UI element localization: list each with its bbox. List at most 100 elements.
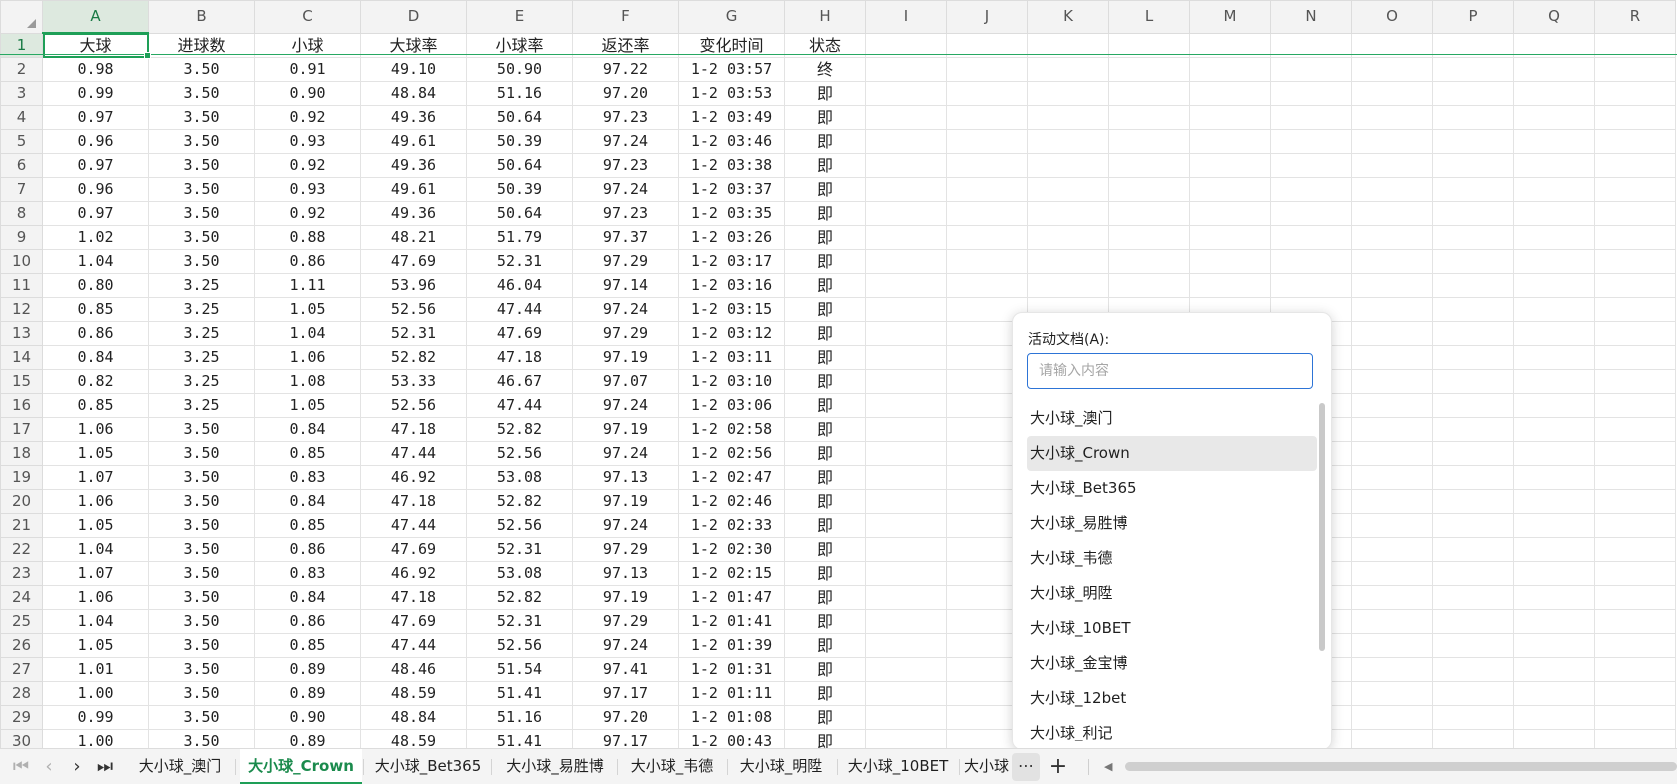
empty-cell[interactable]: [1108, 81, 1190, 106]
data-cell[interactable]: 51.79: [466, 225, 573, 250]
data-cell[interactable]: 即: [784, 105, 866, 130]
data-cell[interactable]: 97.29: [572, 321, 679, 346]
data-cell[interactable]: 47.18: [360, 417, 467, 442]
data-cell[interactable]: 47.44: [360, 633, 467, 658]
data-cell[interactable]: 49.36: [360, 201, 467, 226]
data-cell[interactable]: 3.25: [148, 369, 255, 394]
empty-cell[interactable]: [865, 489, 947, 514]
data-cell[interactable]: 52.56: [466, 441, 573, 466]
data-cell[interactable]: 50.39: [466, 177, 573, 202]
data-cell[interactable]: 0.96: [42, 177, 149, 202]
data-cell[interactable]: 0.98: [42, 57, 149, 82]
data-cell[interactable]: 即: [784, 609, 866, 634]
data-cell[interactable]: 52.31: [466, 249, 573, 274]
empty-cell[interactable]: [1270, 225, 1352, 250]
empty-cell[interactable]: [865, 225, 947, 250]
empty-cell[interactable]: [1189, 177, 1271, 202]
empty-cell[interactable]: [1513, 585, 1595, 610]
empty-cell[interactable]: [1189, 225, 1271, 250]
empty-cell[interactable]: [1351, 729, 1433, 748]
data-cell[interactable]: 即: [784, 441, 866, 466]
empty-cell[interactable]: [865, 441, 947, 466]
row-header[interactable]: 25: [0, 609, 43, 634]
empty-cell[interactable]: [1189, 201, 1271, 226]
horizontal-scrollbar[interactable]: [1125, 762, 1677, 771]
data-cell[interactable]: 1.05: [254, 297, 361, 322]
empty-cell[interactable]: [1432, 393, 1514, 418]
sheet-tab[interactable]: 大小球: [960, 749, 1010, 784]
empty-cell[interactable]: [1027, 177, 1109, 202]
data-cell[interactable]: 97.37: [572, 225, 679, 250]
data-cell[interactable]: 53.33: [360, 369, 467, 394]
data-cell[interactable]: 46.04: [466, 273, 573, 298]
data-cell[interactable]: 97.07: [572, 369, 679, 394]
data-cell[interactable]: 1-2 02:33: [678, 513, 785, 538]
empty-cell[interactable]: [865, 561, 947, 586]
data-cell[interactable]: 1-2 01:11: [678, 681, 785, 706]
row-header[interactable]: 16: [0, 393, 43, 418]
empty-cell[interactable]: [1189, 105, 1271, 130]
data-cell[interactable]: 即: [784, 81, 866, 106]
empty-cell[interactable]: [1351, 321, 1433, 346]
empty-cell[interactable]: [865, 129, 947, 154]
empty-cell[interactable]: [1594, 681, 1676, 706]
empty-cell[interactable]: [865, 273, 947, 298]
popup-scrollbar[interactable]: [1319, 403, 1325, 651]
empty-cell[interactable]: [1432, 177, 1514, 202]
data-cell[interactable]: 0.89: [254, 657, 361, 682]
empty-cell[interactable]: [1027, 81, 1109, 106]
data-cell[interactable]: 0.97: [42, 153, 149, 178]
data-cell[interactable]: 97.19: [572, 417, 679, 442]
data-cell[interactable]: 50.64: [466, 105, 573, 130]
empty-cell[interactable]: [1351, 609, 1433, 634]
data-cell[interactable]: 即: [784, 201, 866, 226]
empty-cell[interactable]: [1432, 489, 1514, 514]
data-cell[interactable]: 1.11: [254, 273, 361, 298]
data-cell[interactable]: 1-2 03:46: [678, 129, 785, 154]
data-cell[interactable]: 3.25: [148, 321, 255, 346]
data-cell[interactable]: 3.50: [148, 609, 255, 634]
data-cell[interactable]: 0.80: [42, 273, 149, 298]
empty-cell[interactable]: [1432, 273, 1514, 298]
empty-cell[interactable]: [865, 705, 947, 730]
empty-cell[interactable]: [1432, 465, 1514, 490]
empty-cell[interactable]: [1594, 129, 1676, 154]
data-cell[interactable]: 1-2 02:58: [678, 417, 785, 442]
data-cell[interactable]: 3.50: [148, 513, 255, 538]
empty-cell[interactable]: [1027, 273, 1109, 298]
data-cell[interactable]: 52.82: [360, 345, 467, 370]
empty-cell[interactable]: [1513, 465, 1595, 490]
data-cell[interactable]: 即: [784, 393, 866, 418]
document-list-item[interactable]: 大小球_Bet365: [1027, 471, 1317, 506]
empty-cell[interactable]: [1594, 225, 1676, 250]
empty-cell[interactable]: [1189, 153, 1271, 178]
empty-cell[interactable]: [1513, 489, 1595, 514]
row-header[interactable]: 9: [0, 225, 43, 250]
data-cell[interactable]: 49.10: [360, 57, 467, 82]
data-cell[interactable]: 0.82: [42, 369, 149, 394]
empty-cell[interactable]: [1594, 57, 1676, 82]
document-list-item[interactable]: 大小球_韦德: [1027, 541, 1317, 576]
empty-cell[interactable]: [1027, 249, 1109, 274]
empty-cell[interactable]: [1513, 681, 1595, 706]
data-cell[interactable]: 即: [784, 417, 866, 442]
empty-cell[interactable]: [1594, 513, 1676, 538]
empty-cell[interactable]: [1351, 633, 1433, 658]
data-cell[interactable]: 1-2 03:16: [678, 273, 785, 298]
empty-cell[interactable]: [865, 393, 947, 418]
data-cell[interactable]: 47.44: [360, 513, 467, 538]
data-cell[interactable]: 0.85: [42, 297, 149, 322]
empty-cell[interactable]: [1513, 561, 1595, 586]
data-cell[interactable]: 97.20: [572, 705, 679, 730]
empty-cell[interactable]: [946, 273, 1028, 298]
empty-cell[interactable]: [1432, 105, 1514, 130]
data-cell[interactable]: 97.24: [572, 513, 679, 538]
empty-cell[interactable]: [1270, 153, 1352, 178]
column-header-e[interactable]: E: [466, 0, 573, 34]
data-cell[interactable]: 50.64: [466, 153, 573, 178]
data-cell[interactable]: 0.99: [42, 705, 149, 730]
data-cell[interactable]: 52.82: [466, 585, 573, 610]
empty-cell[interactable]: [1270, 201, 1352, 226]
data-cell[interactable]: 即: [784, 705, 866, 730]
column-header-n[interactable]: N: [1270, 0, 1352, 34]
